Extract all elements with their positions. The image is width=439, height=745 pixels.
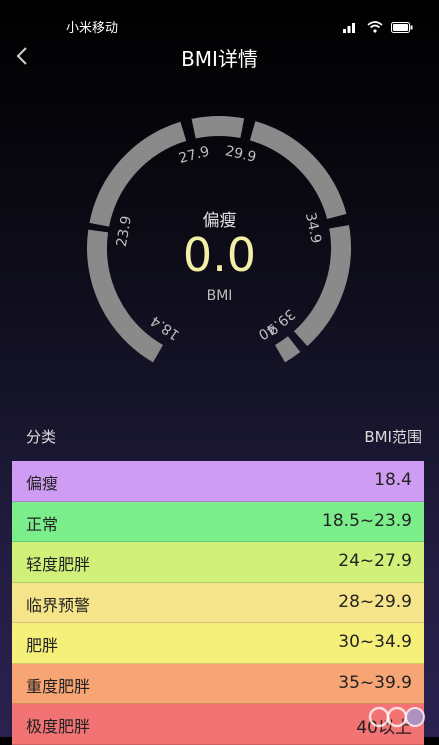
carrier-name: 小米移动 bbox=[66, 21, 119, 36]
watermark-logo bbox=[367, 703, 429, 731]
table-row: 重度肥胖 35~39.9 bbox=[12, 663, 424, 704]
status-icons bbox=[343, 18, 413, 37]
page-title: BMI详情 bbox=[181, 47, 258, 71]
row-range: 18.5~23.9 bbox=[322, 510, 412, 531]
gauge-segment bbox=[249, 121, 347, 220]
bmi-gauge: 18.4 23.9 27.9 29.9 34.9 39.9 40 偏瘦 0.0 BMI bbox=[0, 100, 439, 400]
row-category: 肥胖 bbox=[26, 636, 59, 655]
gauge-bmi-value: 0.0 bbox=[182, 228, 257, 282]
row-category: 临界预警 bbox=[26, 595, 91, 615]
row-category: 重度肥胖 bbox=[26, 676, 91, 696]
row-category: 轻度肥胖 bbox=[26, 555, 91, 574]
range-header: BMI范围 bbox=[364, 428, 422, 446]
row-category: 极度肥胖 bbox=[26, 717, 91, 736]
gauge-unit-label: BMI bbox=[206, 288, 233, 304]
gauge-segment bbox=[274, 336, 301, 363]
table-row: 轻度肥胖 24~27.9 bbox=[12, 542, 424, 583]
row-range: 24~27.9 bbox=[338, 551, 412, 571]
table-row: 偏瘦 18.4 bbox=[12, 461, 424, 502]
wifi-icon bbox=[367, 18, 383, 37]
row-range: 28~29.9 bbox=[338, 591, 412, 612]
row-category: 正常 bbox=[26, 514, 59, 534]
gauge-tick-label: 27.9 bbox=[177, 144, 211, 168]
table-row: 肥胖 30~34.9 bbox=[12, 623, 424, 664]
battery-icon bbox=[391, 18, 413, 37]
row-range: 35~39.9 bbox=[338, 672, 412, 693]
status-bar: 小米移动 bbox=[0, 0, 439, 38]
row-range: 18.4 bbox=[374, 470, 412, 490]
table-row: 临界预警 28~29.9 bbox=[12, 582, 424, 623]
table-row: 正常 18.5~23.9 bbox=[12, 501, 424, 542]
row-range: 30~34.9 bbox=[338, 632, 412, 652]
signal-icon bbox=[343, 18, 359, 37]
bmi-table: 偏瘦 18.4 正常 18.5~23.9 轻度肥胖 24~27.9 临界预警 2… bbox=[12, 461, 424, 745]
row-category: 偏瘦 bbox=[26, 474, 59, 493]
table-row: 极度肥胖 40以上 bbox=[12, 704, 424, 745]
table-header: 分类 BMI范围 bbox=[12, 424, 424, 450]
title-bar: BMI详情 bbox=[0, 38, 439, 86]
gauge-tick-label: 29.9 bbox=[224, 143, 258, 166]
gauge-segment bbox=[191, 116, 245, 139]
gauge-tick-label: 18.4 bbox=[148, 312, 183, 343]
category-header: 分类 bbox=[26, 428, 57, 446]
